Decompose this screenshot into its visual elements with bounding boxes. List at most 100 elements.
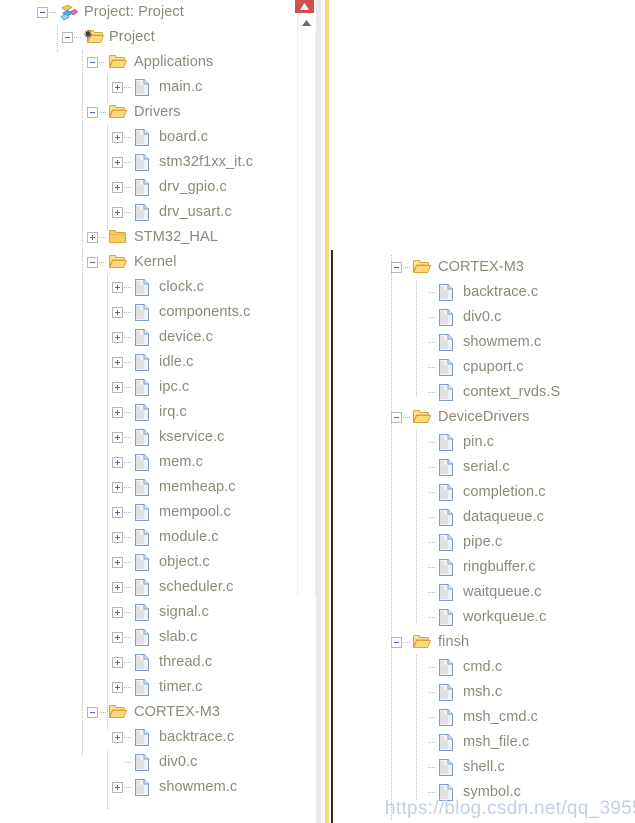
tree-node[interactable]: msh.c	[385, 680, 635, 705]
expand-node-icon[interactable]	[112, 632, 123, 643]
tree-node[interactable]: board.c	[0, 125, 300, 150]
tree-node[interactable]: completion.c	[385, 480, 635, 505]
tree-node[interactable]: shell.c	[385, 755, 635, 780]
tree-node[interactable]: showmem.c	[385, 330, 635, 355]
tree-node[interactable]: backtrace.c	[385, 280, 635, 305]
tree-node[interactable]: mempool.c	[0, 500, 300, 525]
expand-node-icon[interactable]	[112, 157, 123, 168]
tree-node[interactable]: Drivers	[0, 100, 300, 125]
tree-node[interactable]: pin.c	[385, 430, 635, 455]
tree-node[interactable]: cmd.c	[385, 655, 635, 680]
tree-node[interactable]: kservice.c	[0, 425, 300, 450]
tree-guide-line	[107, 75, 108, 103]
tree-node[interactable]: ipc.c	[0, 375, 300, 400]
tree-node[interactable]: DeviceDrivers	[385, 405, 635, 430]
tree-node[interactable]: components.c	[0, 300, 300, 325]
file-c-icon	[438, 709, 456, 726]
scrollbar-track[interactable]	[298, 31, 316, 595]
tree-node[interactable]: showmem.c	[0, 775, 300, 800]
tree-node[interactable]: object.c	[0, 550, 300, 575]
tree-node[interactable]: waitqueue.c	[385, 580, 635, 605]
collapse-node-icon[interactable]	[87, 257, 98, 268]
tree-node[interactable]: context_rvds.S	[385, 380, 635, 405]
tree-node[interactable]: backtrace.c	[0, 725, 300, 750]
expand-node-icon[interactable]	[112, 532, 123, 543]
tree-node[interactable]: STM32_HAL	[0, 225, 300, 250]
collapse-node-icon[interactable]	[62, 32, 73, 43]
expand-node-icon[interactable]	[112, 282, 123, 293]
tree-node[interactable]: msh_file.c	[385, 730, 635, 755]
tree-node[interactable]: drv_usart.c	[0, 200, 300, 225]
tree-connector-line	[403, 267, 411, 268]
file-c-icon	[134, 579, 152, 596]
expand-node-icon[interactable]	[112, 732, 123, 743]
tree-node[interactable]: timer.c	[0, 675, 300, 700]
expand-node-icon[interactable]	[112, 357, 123, 368]
project-tree-right[interactable]: CORTEX-M3 backtrace.c div0.c showmem.c cpupo…	[385, 255, 635, 805]
expand-node-icon[interactable]	[112, 182, 123, 193]
tree-node[interactable]: div0.c	[385, 305, 635, 330]
tree-node[interactable]: signal.c	[0, 600, 300, 625]
tree-node[interactable]: cpuport.c	[385, 355, 635, 380]
tree-node[interactable]: CORTEX-M3	[0, 700, 300, 725]
expand-node-icon[interactable]	[112, 582, 123, 593]
tree-node[interactable]: Project	[0, 25, 300, 50]
tree-node[interactable]: msh_cmd.c	[385, 705, 635, 730]
tree-node[interactable]: div0.c	[0, 750, 300, 775]
close-button[interactable]	[295, 0, 314, 13]
expand-node-icon[interactable]	[112, 382, 123, 393]
expand-node-icon[interactable]	[112, 682, 123, 693]
tree-node[interactable]: memheap.c	[0, 475, 300, 500]
collapse-node-icon[interactable]	[391, 262, 402, 273]
expand-node-icon[interactable]	[87, 232, 98, 243]
tree-node[interactable]: irq.c	[0, 400, 300, 425]
tree-node[interactable]: workqueue.c	[385, 605, 635, 630]
expand-node-icon[interactable]	[112, 82, 123, 93]
tree-node[interactable]: pipe.c	[385, 530, 635, 555]
scroll-up-button[interactable]	[298, 14, 315, 32]
expand-node-icon[interactable]	[112, 132, 123, 143]
tree-node[interactable]: stm32f1xx_it.c	[0, 150, 300, 175]
expand-node-icon[interactable]	[112, 557, 123, 568]
tree-node[interactable]: drv_gpio.c	[0, 175, 300, 200]
collapse-node-icon[interactable]	[87, 107, 98, 118]
tree-node[interactable]: ringbuffer.c	[385, 555, 635, 580]
tree-node[interactable]: scheduler.c	[0, 575, 300, 600]
tree-node[interactable]: mem.c	[0, 450, 300, 475]
expand-node-icon[interactable]	[112, 457, 123, 468]
expand-node-icon[interactable]	[112, 332, 123, 343]
expand-node-icon[interactable]	[112, 482, 123, 493]
tree-node-label: drv_gpio.c	[159, 179, 227, 196]
tree-node[interactable]: thread.c	[0, 650, 300, 675]
tree-node[interactable]: finsh	[385, 630, 635, 655]
expand-node-icon[interactable]	[112, 607, 123, 618]
collapse-node-icon[interactable]	[391, 637, 402, 648]
expand-node-icon[interactable]	[112, 657, 123, 668]
tree-node[interactable]: Kernel	[0, 250, 300, 275]
vertical-scrollbar[interactable]	[297, 14, 316, 595]
tree-node[interactable]: slab.c	[0, 625, 300, 650]
expand-node-icon[interactable]	[112, 782, 123, 793]
tree-node[interactable]: Project: Project	[0, 0, 300, 25]
expand-node-icon[interactable]	[112, 407, 123, 418]
tree-node[interactable]: CORTEX-M3	[385, 255, 635, 280]
tree-node[interactable]: idle.c	[0, 350, 300, 375]
expand-node-icon[interactable]	[112, 507, 123, 518]
expand-node-icon[interactable]	[112, 307, 123, 318]
collapse-node-icon[interactable]	[37, 7, 48, 18]
file-c-icon	[134, 304, 152, 321]
tree-node[interactable]: main.c	[0, 75, 300, 100]
collapse-node-icon[interactable]	[87, 57, 98, 68]
triangle-up-icon	[302, 19, 311, 26]
expand-node-icon[interactable]	[112, 207, 123, 218]
collapse-node-icon[interactable]	[87, 707, 98, 718]
project-tree-left[interactable]: Project: Project Project Applications main.…	[0, 0, 300, 800]
tree-node[interactable]: device.c	[0, 325, 300, 350]
tree-node[interactable]: clock.c	[0, 275, 300, 300]
tree-node[interactable]: Applications	[0, 50, 300, 75]
collapse-node-icon[interactable]	[391, 412, 402, 423]
tree-node[interactable]: serial.c	[385, 455, 635, 480]
tree-node[interactable]: module.c	[0, 525, 300, 550]
tree-node[interactable]: dataqueue.c	[385, 505, 635, 530]
expand-node-icon[interactable]	[112, 432, 123, 443]
